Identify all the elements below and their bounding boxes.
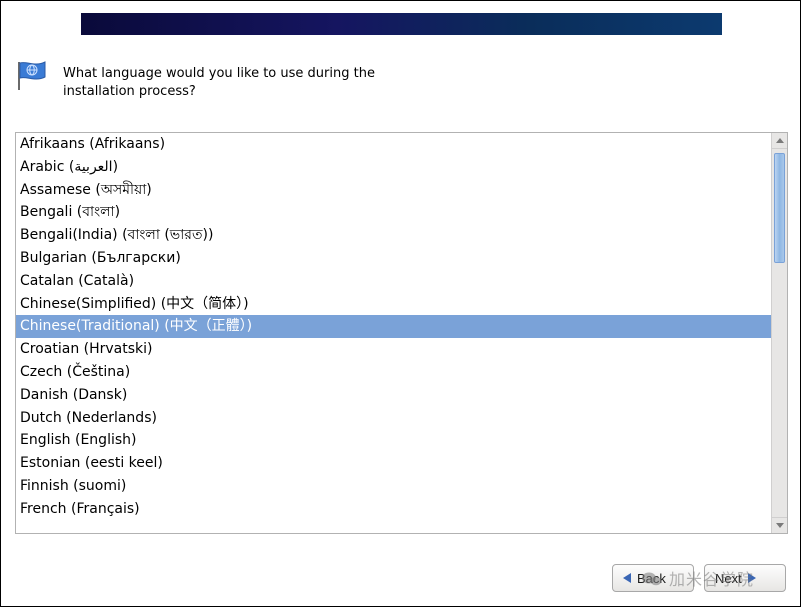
language-item[interactable]: Dutch (Nederlands) xyxy=(16,407,771,430)
language-item[interactable]: French (Français) xyxy=(16,498,771,521)
language-item-label: Czech (Čeština) xyxy=(20,364,130,380)
button-bar: Back Next xyxy=(612,564,786,592)
language-item-label: Catalan (Català) xyxy=(20,273,134,289)
language-item-label: Arabic (العربية) xyxy=(20,159,118,175)
back-button[interactable]: Back xyxy=(612,564,694,592)
language-item[interactable]: Bengali(India) (বাংলা (ভারত)) xyxy=(16,224,771,247)
language-item[interactable]: Danish (Dansk) xyxy=(16,384,771,407)
language-item[interactable]: Finnish (suomi) xyxy=(16,475,771,498)
language-item-label: Danish (Dansk) xyxy=(20,387,127,403)
language-item[interactable]: Assamese (অসমীয়া) xyxy=(16,179,771,202)
language-item[interactable]: Afrikaans (Afrikaans) xyxy=(16,133,771,156)
chevron-down-icon xyxy=(776,523,784,528)
scroll-thumb[interactable] xyxy=(774,153,785,263)
language-item[interactable]: Bulgarian (Български) xyxy=(16,247,771,270)
language-item[interactable]: Croatian (Hrvatski) xyxy=(16,338,771,361)
language-item-label: Estonian (eesti keel) xyxy=(20,455,163,471)
language-item[interactable]: Estonian (eesti keel) xyxy=(16,452,771,475)
scrollbar[interactable] xyxy=(771,133,787,533)
language-item-label: Bengali(India) (বাংলা (ভারত)) xyxy=(20,227,213,243)
header-banner xyxy=(81,13,722,35)
language-item[interactable]: Catalan (Català) xyxy=(16,270,771,293)
next-button-label: Next xyxy=(715,571,742,586)
language-item-label: Dutch (Nederlands) xyxy=(20,410,157,426)
language-item[interactable]: English (English) xyxy=(16,429,771,452)
arrow-left-icon xyxy=(623,573,631,583)
language-item-label: Afrikaans (Afrikaans) xyxy=(20,136,165,152)
next-button[interactable]: Next xyxy=(704,564,786,592)
scroll-down-button[interactable] xyxy=(772,517,787,533)
flag-icon xyxy=(15,59,49,93)
language-item-label: Chinese(Traditional) (中文（正體）) xyxy=(20,318,252,334)
language-item-label: Croatian (Hrvatski) xyxy=(20,341,153,357)
language-item[interactable]: Arabic (العربية) xyxy=(16,156,771,179)
language-item[interactable]: Bengali (বাংলা) xyxy=(16,201,771,224)
language-item-label: French (Français) xyxy=(20,501,140,517)
arrow-right-icon xyxy=(748,573,756,583)
language-item[interactable]: Czech (Čeština) xyxy=(16,361,771,384)
installer-window: What language would you like to use duri… xyxy=(0,0,801,607)
language-item[interactable]: Chinese(Traditional) (中文（正體）) xyxy=(16,315,771,338)
language-item[interactable]: Chinese(Simplified) (中文（简体）) xyxy=(16,293,771,316)
scroll-up-button[interactable] xyxy=(772,133,787,149)
language-item-label: Finnish (suomi) xyxy=(20,478,126,494)
language-list[interactable]: Afrikaans (Afrikaans) Arabic (العربية) Ass… xyxy=(16,133,771,533)
prompt-row: What language would you like to use duri… xyxy=(15,59,786,100)
back-button-label: Back xyxy=(637,571,666,586)
language-item-label: Chinese(Simplified) (中文（简体）) xyxy=(20,296,249,312)
language-item-label: Bulgarian (Български) xyxy=(20,250,181,266)
language-item-label: English (English) xyxy=(20,432,136,448)
chevron-up-icon xyxy=(776,138,784,143)
language-item-label: Bengali (বাংলা) xyxy=(20,204,120,220)
language-item-label: Assamese (অসমীয়া) xyxy=(20,182,152,198)
language-list-frame: Afrikaans (Afrikaans) Arabic (العربية) Ass… xyxy=(15,132,788,534)
prompt-text: What language would you like to use duri… xyxy=(63,59,423,100)
